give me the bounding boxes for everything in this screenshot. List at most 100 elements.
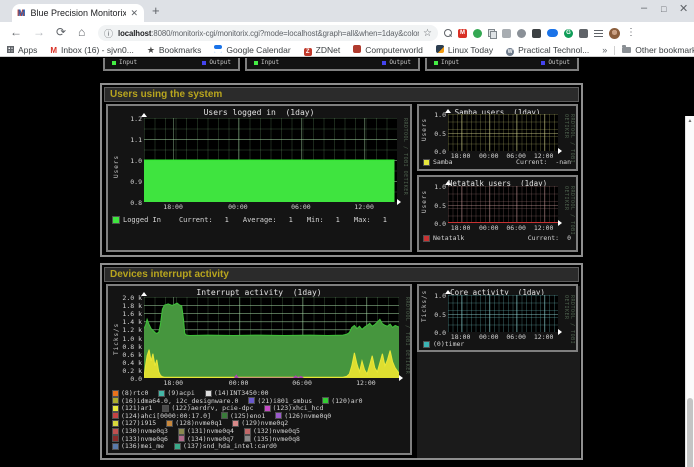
stat-value: 1 xyxy=(336,216,340,224)
y-tick-label: 1.8 k xyxy=(112,302,142,310)
x-tick-label: 12:00 xyxy=(351,379,381,387)
x-tick-label: 06:00 xyxy=(501,224,531,232)
tune-icon[interactable] xyxy=(594,30,603,37)
bookmark-label: Linux Today xyxy=(448,45,493,55)
computerworld-icon xyxy=(353,45,361,55)
graph-interrupt-activity: Interrupt activity (1day)Ticks/s2.0 k1.8… xyxy=(106,284,412,455)
forward-icon[interactable]: → xyxy=(33,25,45,39)
legend-label: (136)mei_me xyxy=(121,442,164,450)
y-tick-label: 0.0 xyxy=(416,148,446,156)
apps-shortcut[interactable]: Apps xyxy=(7,45,37,55)
y-tick-label: 1.1 xyxy=(112,136,142,144)
(16)idma64.0, i2c_designware.0-swatch xyxy=(113,398,118,403)
y-tick-label: 0.8 k xyxy=(112,343,142,351)
extension-blue-pill-icon[interactable] xyxy=(547,29,558,37)
extension-grammarly-icon[interactable]: G xyxy=(564,29,573,38)
partial-graph-box: Input Output xyxy=(103,58,240,71)
bookmark-label: Inbox (16) - sjvn0... xyxy=(61,45,134,55)
window-minimize-button[interactable]: – xyxy=(641,2,647,14)
x-tick-label: 06:00 xyxy=(286,203,316,211)
wordpress-icon: W xyxy=(506,45,514,56)
bookmark-label: Apps xyxy=(18,45,37,55)
bookmarks-overflow-icon[interactable]: » xyxy=(602,45,607,55)
output-legend-label: Output xyxy=(209,59,231,66)
(21)i801_smbus-swatch xyxy=(249,398,254,403)
plot-area xyxy=(448,186,558,223)
browser-menu-icon[interactable]: ⋮ xyxy=(626,28,636,38)
y-tick-label: 1.0 xyxy=(416,183,446,191)
bookmark-label: Practical Technol... xyxy=(518,45,589,55)
x-tick-label: 18:00 xyxy=(158,379,188,387)
scroll-up-icon[interactable]: ▲ xyxy=(686,118,694,124)
new-tab-button[interactable]: + xyxy=(152,3,160,18)
bookmark-lt[interactable]: Linux Today xyxy=(436,45,493,55)
zdnet-icon: Z xyxy=(304,45,312,56)
bookmark-calendar[interactable]: Google Calendar xyxy=(214,45,290,55)
plot-area xyxy=(448,295,558,332)
monitorix-favicon: M xyxy=(18,9,26,18)
page-scrollbar[interactable]: ▲ ▼ xyxy=(685,116,694,467)
bookmark-wp[interactable]: W Practical Technol... xyxy=(506,45,589,56)
extension-green-globe-icon[interactable] xyxy=(473,29,482,38)
stat-label: Current: xyxy=(516,158,547,166)
extension-search-icon[interactable] xyxy=(444,29,452,37)
y-tick-label: 0.9 xyxy=(112,178,142,186)
legend-label: (137)snd_hda_intel:card0 xyxy=(183,442,277,450)
stat-label: Current: xyxy=(179,216,213,224)
extension-mail-icon[interactable]: M xyxy=(458,29,467,38)
folder-icon xyxy=(622,45,631,55)
extension-dark-app-icon[interactable] xyxy=(532,29,541,38)
stat-label: Current: xyxy=(528,234,559,242)
home-icon[interactable]: ⌂ xyxy=(78,25,85,39)
extension-gray-app-icon[interactable] xyxy=(502,29,511,38)
stat-label: Max: xyxy=(354,216,371,224)
tab-close-icon[interactable]: ✕ xyxy=(130,8,138,19)
(133)nvme0q6-swatch xyxy=(113,436,118,441)
extension-copy-pages-icon[interactable] xyxy=(488,29,496,37)
section-users-title: Users using the system xyxy=(104,87,579,102)
page-info-icon[interactable]: ⓘ xyxy=(104,27,113,40)
address-bar[interactable]: ⓘ localhost:8080/monitorix-cgi/monitorix… xyxy=(98,25,438,41)
bookmark-cw[interactable]: Computerworld xyxy=(353,45,423,55)
(120)ar0-swatch xyxy=(323,398,328,403)
major-gridline xyxy=(448,314,558,315)
extension-speaker-icon[interactable] xyxy=(517,29,526,38)
y-tick-label: 1.0 xyxy=(112,157,142,165)
plot-area xyxy=(144,297,399,378)
input-legend-label: Input xyxy=(441,59,459,66)
profile-avatar[interactable] xyxy=(609,28,620,39)
gmail-icon: M xyxy=(50,46,57,55)
(134)nvme0q7-swatch xyxy=(179,436,184,441)
tab-monitorix[interactable]: M Blue Precision Monitorix ✕ xyxy=(12,4,144,22)
(8)rtc0-swatch xyxy=(113,391,118,396)
bookmark-gmail[interactable]: M Inbox (16) - sjvn0... xyxy=(50,45,133,55)
linuxtoday-icon xyxy=(436,45,444,55)
reload-icon[interactable]: ⟳ xyxy=(56,25,66,39)
graph-title: Interrupt activity (1day) xyxy=(108,288,410,297)
rrdtool-watermark: RRDTOOL / TOBI OETIKER xyxy=(402,118,408,195)
partial-graph-box: Input Output xyxy=(425,58,579,71)
url-text: localhost:8080/monitorix-cgi/monitorix.c… xyxy=(118,29,419,38)
(124)ahci[0000:00:17.0]-swatch xyxy=(113,413,118,418)
legend-row: NetatalkCurrent:0 xyxy=(424,234,571,242)
stat-label: Min: xyxy=(307,216,324,224)
scrollbar-thumb[interactable] xyxy=(687,398,693,467)
extensions-puzzle-icon[interactable] xyxy=(579,29,588,38)
window-close-button[interactable]: ✕ xyxy=(679,2,688,15)
window-maximize-button[interactable]: □ xyxy=(661,4,666,14)
bookmark-zdnet[interactable]: ZZDNet xyxy=(304,45,341,56)
axis-arrow-right xyxy=(397,199,401,205)
(132)nvme0q5-swatch xyxy=(245,429,250,434)
y-tick-label: 1.4 k xyxy=(112,318,142,326)
y-tick-label: 1.2 k xyxy=(112,326,142,334)
back-icon[interactable]: ← xyxy=(10,25,22,39)
y-tick-label: 1.0 xyxy=(416,111,446,119)
Logged In-swatch xyxy=(113,217,119,223)
input-legend-swatch xyxy=(112,61,116,65)
other-bookmarks[interactable]: Other bookmarks xyxy=(622,45,694,55)
graph-title: Users logged in (1day) xyxy=(108,108,410,117)
bookmarks-bar: Apps M Inbox (16) - sjvn0... ★Bookmarks Goog… xyxy=(0,44,694,57)
y-tick-label: 0.0 xyxy=(112,375,142,383)
bookmark-star-icon[interactable]: ☆ xyxy=(423,28,432,39)
bookmark-star[interactable]: ★Bookmarks xyxy=(147,45,202,56)
